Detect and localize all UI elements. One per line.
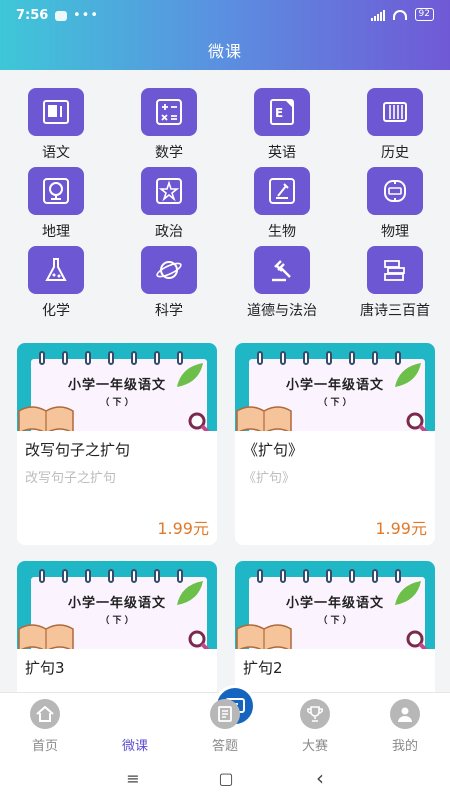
category-label: 科学 [155,303,183,319]
category-label: 唐诗三百首 [360,303,430,319]
category-chemistry[interactable]: 化学 [6,246,106,320]
category-label: 历史 [381,145,409,161]
open-book-icon [18,624,74,649]
more-notifications-icon: ••• [73,8,100,23]
course-cover: 小学一年级语文 （ 下 ） [235,561,435,649]
category-math[interactable]: 数学 [119,88,219,162]
star-badge-icon [141,167,197,215]
category-politics[interactable]: 政治 [119,167,219,241]
course-cover: 小学一年级语文 （ 下 ） [17,561,217,649]
category-physics[interactable]: 物理 [345,167,445,241]
tab-micro-lesson[interactable]: 微课 [100,685,256,754]
category-science[interactable]: 科学 [119,246,219,320]
magnifier-icon [188,412,210,431]
tab-quiz[interactable]: 答题 [190,699,260,754]
user-icon [390,699,420,729]
course-title: 扩句2 [243,659,283,677]
course-card[interactable]: 小学一年级语文 （ 下 ） 《扩句》 《扩句》 1.99元 [235,343,435,545]
course-cover: 小学一年级语文 （ 下 ） [235,343,435,431]
course-card[interactable]: 小学一年级语文 （ 下 ） 改写句子之扩句 改写句子之扩句 1.99元 [17,343,217,545]
svg-text:E: E [275,106,283,120]
tab-label: 微课 [121,739,148,754]
status-bar: 7:56 ••• 92 [0,0,450,30]
category-label: 英语 [268,145,296,161]
trophy-icon [300,699,330,729]
tab-label: 答题 [211,739,238,754]
leaf-icon [177,363,203,387]
category-label: 数学 [155,145,183,161]
tab-home[interactable]: 首页 [10,699,80,754]
app-header: 7:56 ••• 92 微课 [0,0,450,70]
books-stack-icon [367,246,423,294]
course-price: 1.99元 [157,519,209,538]
magnifier-icon [406,630,428,649]
tab-label: 我的 [391,739,418,754]
category-morality-law[interactable]: 道德与法治 [232,246,332,320]
scroll-icon [367,88,423,136]
leaf-icon [177,581,203,605]
category-label: 道德与法治 [247,303,317,319]
leaf-icon [395,581,421,605]
planet-icon [141,246,197,294]
book-icon [28,88,84,136]
category-geography[interactable]: 地理 [6,167,106,241]
category-label: 化学 [42,303,70,319]
category-chinese[interactable]: 语文 [6,88,106,162]
category-label: 物理 [381,224,409,240]
category-english[interactable]: E 英语 [232,88,332,162]
tab-contest[interactable]: 大赛 [280,699,350,754]
wifi-icon [392,9,407,20]
course-cover: 小学一年级语文 （ 下 ） [17,343,217,431]
category-tang-poems[interactable]: 唐诗三百首 [345,246,445,320]
bottom-tab-bar: 首页 微课 答题 大赛 我的 [0,685,450,756]
leaf-icon [395,363,421,387]
category-history[interactable]: 历史 [345,88,445,162]
course-subtitle: 《扩句》 [243,471,296,486]
microscope-icon [254,167,310,215]
home-button-icon[interactable]: ▢ [216,768,236,788]
atom-icon [367,167,423,215]
tab-label: 大赛 [301,739,328,754]
tab-label: 首页 [31,739,58,754]
course-subtitle: 改写句子之扩句 [25,471,117,486]
english-book-icon: E [254,88,310,136]
open-book-icon [18,406,74,431]
category-label: 生物 [268,224,296,240]
back-icon[interactable]: ‹ [310,766,330,790]
status-time: 7:56 [16,8,49,23]
category-label: 语文 [42,145,70,161]
globe-icon [28,167,84,215]
category-label: 政治 [155,224,183,240]
open-book-icon [236,624,292,649]
math-symbols-icon [141,88,197,136]
course-title: 《扩句》 [243,441,304,459]
menu-icon[interactable]: ≡ [123,768,143,788]
battery-icon: 92 [414,8,434,21]
category-label: 地理 [42,224,70,240]
open-book-icon [236,406,292,431]
flask-icon [28,246,84,294]
system-nav-bar: ≡ ▢ ‹ [0,756,450,800]
course-title: 改写句子之扩句 [25,441,131,459]
quiz-icon [210,699,240,729]
signal-icon [370,9,385,21]
tab-profile[interactable]: 我的 [370,699,440,754]
course-price: 1.99元 [375,519,427,538]
magnifier-icon [188,630,210,649]
gavel-icon [254,246,310,294]
magnifier-icon [406,412,428,431]
category-biology[interactable]: 生物 [232,167,332,241]
message-notification-icon [55,10,67,21]
course-title: 扩句3 [25,659,65,677]
page-title: 微课 [207,42,242,61]
home-icon [30,699,60,729]
